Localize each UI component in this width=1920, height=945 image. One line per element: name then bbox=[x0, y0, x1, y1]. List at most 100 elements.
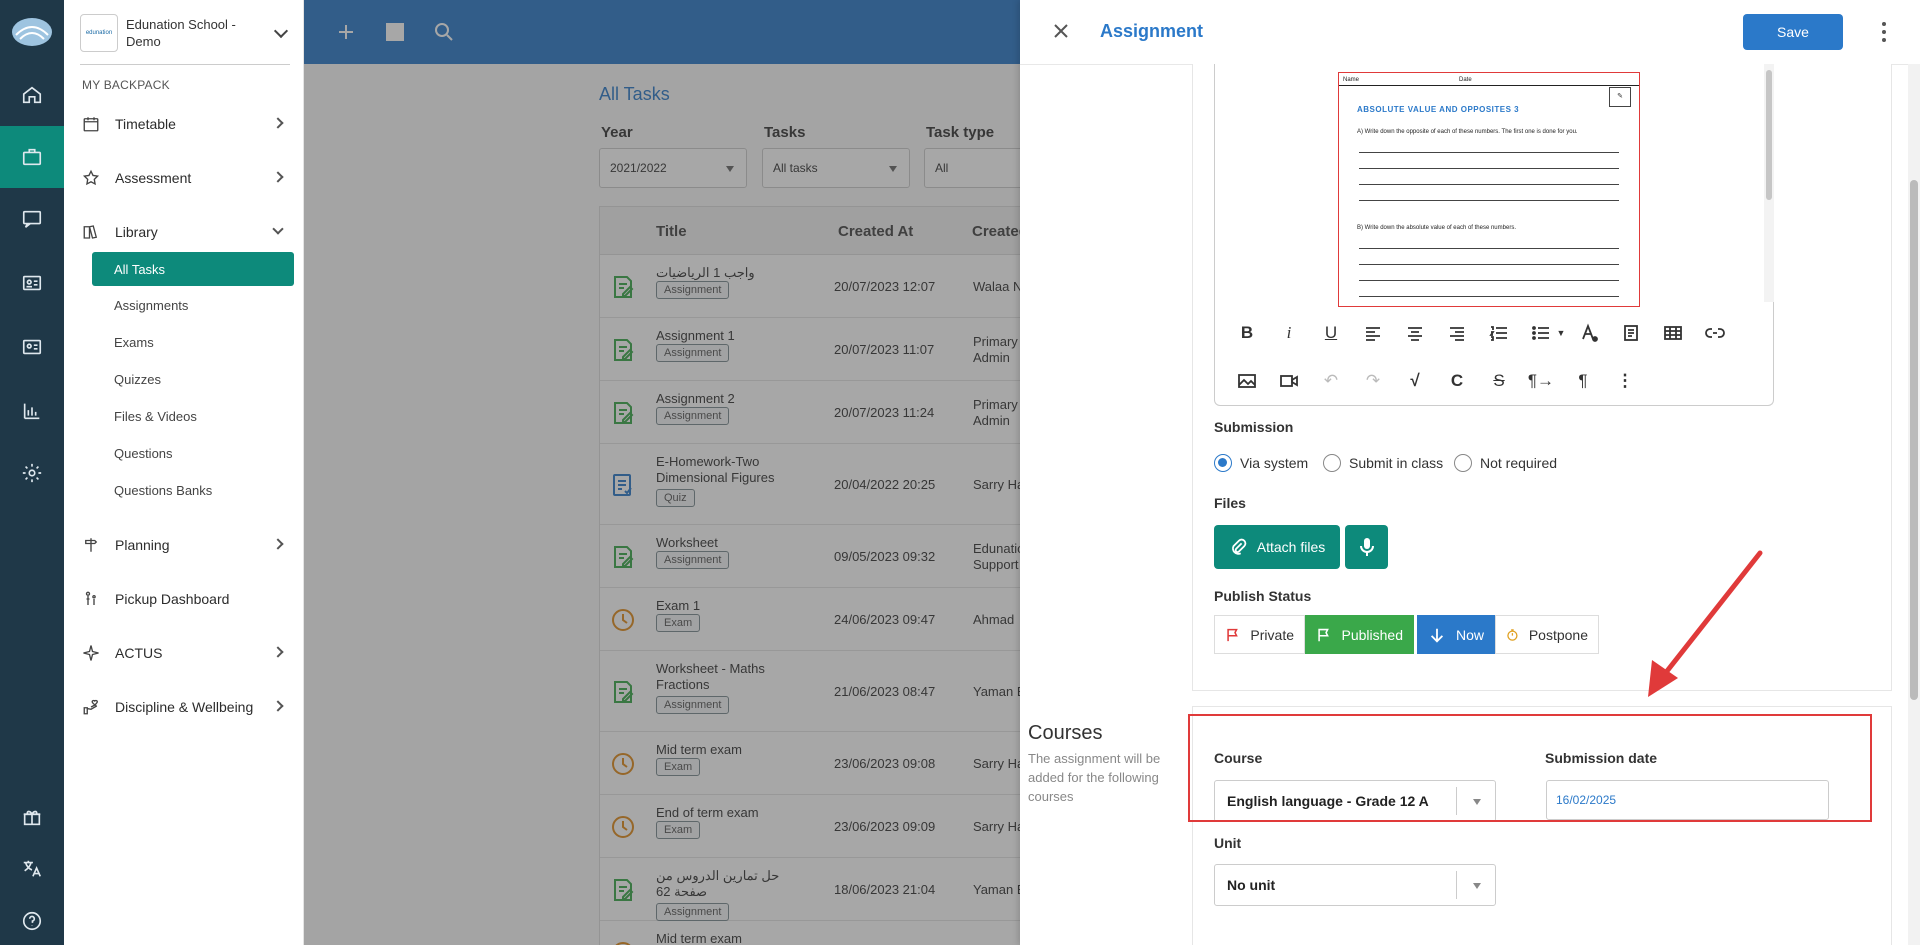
school-selector[interactable]: edunation Edunation School - Demo bbox=[80, 12, 290, 54]
profile-card-icon[interactable] bbox=[0, 316, 64, 378]
doc-instruction-a: A) Write down the opposite of each of th… bbox=[1357, 129, 1578, 135]
sidebar-item-library[interactable]: Library bbox=[82, 219, 292, 245]
underline-icon[interactable]: U bbox=[1317, 319, 1345, 347]
star-icon bbox=[82, 169, 100, 186]
unit-select[interactable]: No unit bbox=[1214, 864, 1496, 906]
sidebar-sub-questions[interactable]: Questions bbox=[92, 436, 294, 470]
doc-heading: ABSOLUTE VALUE AND OPPOSITES 3 bbox=[1357, 105, 1520, 114]
ltr-paragraph-icon[interactable]: ¶→ bbox=[1527, 367, 1555, 395]
home-icon[interactable] bbox=[0, 64, 64, 126]
postpone-label: Postpone bbox=[1528, 626, 1588, 643]
panel-scrollbar-thumb[interactable] bbox=[1910, 180, 1918, 700]
strikethrough-icon[interactable]: S bbox=[1485, 367, 1513, 395]
video-icon[interactable] bbox=[1275, 367, 1303, 395]
sidebar-item-pickup-dashboard[interactable]: Pickup Dashboard bbox=[82, 586, 292, 612]
rtl-paragraph-icon[interactable]: ¶ bbox=[1569, 367, 1597, 395]
sidebar-item-planning[interactable]: Planning bbox=[82, 532, 292, 558]
sidebar: edunation Edunation School - Demo MY BAC… bbox=[64, 0, 304, 945]
section-title: MY BACKPACK bbox=[82, 78, 170, 92]
paperclip-icon bbox=[1231, 538, 1247, 555]
radio-via-system[interactable]: Via system bbox=[1214, 454, 1308, 472]
submission-label: Submission bbox=[1214, 419, 1294, 435]
ordered-list-icon[interactable] bbox=[1485, 319, 1513, 347]
publish-status-label: Publish Status bbox=[1214, 588, 1312, 604]
editor-scrollbar[interactable] bbox=[1764, 64, 1774, 302]
settings-gear-icon[interactable] bbox=[0, 442, 64, 504]
sidebar-item-discipline-wellbeing[interactable]: Discipline & Wellbeing bbox=[82, 694, 292, 720]
radio-label: Submit in class bbox=[1349, 455, 1444, 471]
align-center-icon[interactable] bbox=[1401, 319, 1429, 347]
publish-private-button[interactable]: Private bbox=[1214, 615, 1305, 654]
close-icon[interactable] bbox=[1050, 20, 1072, 42]
image-icon[interactable] bbox=[1233, 367, 1261, 395]
chevron-right-icon bbox=[272, 171, 284, 183]
chevron-right-icon bbox=[272, 538, 284, 550]
align-right-icon[interactable] bbox=[1443, 319, 1471, 347]
flag-icon bbox=[1227, 628, 1238, 641]
italic-icon[interactable]: i bbox=[1275, 319, 1303, 347]
panel-title: Assignment bbox=[1100, 21, 1204, 41]
sidebar-sub-exams[interactable]: Exams bbox=[92, 325, 294, 359]
icon-rail bbox=[0, 0, 64, 945]
id-card-icon[interactable] bbox=[0, 252, 64, 314]
book-icon bbox=[83, 225, 98, 239]
attach-files-button[interactable]: Attach files bbox=[1214, 525, 1340, 569]
publish-published-button[interactable]: Published bbox=[1305, 615, 1414, 654]
sidebar-sub-quizzes[interactable]: Quizzes bbox=[92, 362, 294, 396]
chat-icon[interactable] bbox=[0, 188, 64, 250]
sidebar-item-assessment[interactable]: Assessment bbox=[82, 165, 292, 191]
table-icon[interactable] bbox=[1659, 319, 1687, 347]
redo-icon[interactable]: ↷ bbox=[1359, 367, 1387, 395]
doc-name-label: Name bbox=[1343, 77, 1360, 83]
sidebar-item-label: Library bbox=[115, 224, 158, 240]
attach-label: Attach files bbox=[1256, 539, 1326, 555]
font-color-icon[interactable] bbox=[1575, 319, 1603, 347]
more-tools-icon[interactable]: ⋮ bbox=[1611, 367, 1639, 395]
chart-icon[interactable] bbox=[0, 380, 64, 442]
chevron-down-icon bbox=[272, 223, 284, 235]
paste-icon[interactable] bbox=[1617, 319, 1645, 347]
assignment-panel: Assignment Save Name Date ✎ ABSOLUTE VAL… bbox=[1020, 0, 1920, 945]
sidebar-item-timetable[interactable]: Timetable bbox=[82, 111, 292, 137]
courses-description: The assignment will be added for the fol… bbox=[1028, 751, 1161, 804]
doc-logo: ✎ bbox=[1609, 87, 1631, 107]
brand-logo-icon[interactable] bbox=[0, 0, 64, 64]
courses-title: Courses bbox=[1028, 722, 1103, 744]
sidebar-sub-all-tasks[interactable]: All Tasks bbox=[92, 252, 294, 286]
align-left-icon[interactable] bbox=[1359, 319, 1387, 347]
chevron-right-icon bbox=[272, 700, 284, 712]
sidebar-item-label: ACTUS bbox=[115, 645, 163, 661]
save-button[interactable]: Save bbox=[1743, 14, 1843, 50]
sidebar-item-label: Pickup Dashboard bbox=[115, 591, 230, 607]
sidebar-sub-assignments[interactable]: Assignments bbox=[92, 288, 294, 322]
publish-postpone-button[interactable]: Postpone bbox=[1495, 615, 1599, 654]
calendar-icon bbox=[83, 117, 99, 132]
divider bbox=[80, 64, 290, 65]
sidebar-sub-files-videos[interactable]: Files & Videos bbox=[92, 399, 294, 433]
flag-icon bbox=[1318, 628, 1329, 641]
radio-label: Not required bbox=[1480, 455, 1558, 471]
chemistry-icon[interactable]: C bbox=[1443, 367, 1471, 395]
document-image: Name Date ✎ ABSOLUTE VALUE AND OPPOSITES… bbox=[1338, 72, 1640, 307]
backpack-icon[interactable] bbox=[0, 126, 64, 188]
unit-value: No unit bbox=[1227, 877, 1276, 893]
sidebar-sub-question-banks[interactable]: Questions Banks bbox=[92, 473, 294, 507]
arrow-down-icon bbox=[1430, 628, 1444, 643]
modal-backdrop[interactable] bbox=[304, 0, 1020, 945]
dropdown-arrow-icon bbox=[1473, 883, 1481, 889]
files-label: Files bbox=[1214, 495, 1246, 511]
help-icon[interactable] bbox=[0, 890, 64, 945]
publish-now-button[interactable]: Now bbox=[1417, 615, 1495, 654]
chevron-right-icon bbox=[272, 646, 284, 658]
more-options-icon[interactable] bbox=[1882, 22, 1888, 42]
link-icon[interactable] bbox=[1701, 319, 1729, 347]
sidebar-item-label: Timetable bbox=[115, 116, 176, 132]
list-dropdown-icon[interactable]: ▼ bbox=[1547, 319, 1575, 347]
sidebar-item-actus[interactable]: ACTUS bbox=[82, 640, 292, 666]
radio-not-required[interactable]: Not required bbox=[1454, 454, 1557, 472]
bold-icon[interactable]: B bbox=[1233, 319, 1261, 347]
undo-icon[interactable]: ↶ bbox=[1317, 367, 1345, 395]
microphone-button[interactable] bbox=[1345, 525, 1388, 569]
radio-submit-in-class[interactable]: Submit in class bbox=[1323, 454, 1443, 472]
math-root-icon[interactable]: √ bbox=[1401, 367, 1429, 395]
